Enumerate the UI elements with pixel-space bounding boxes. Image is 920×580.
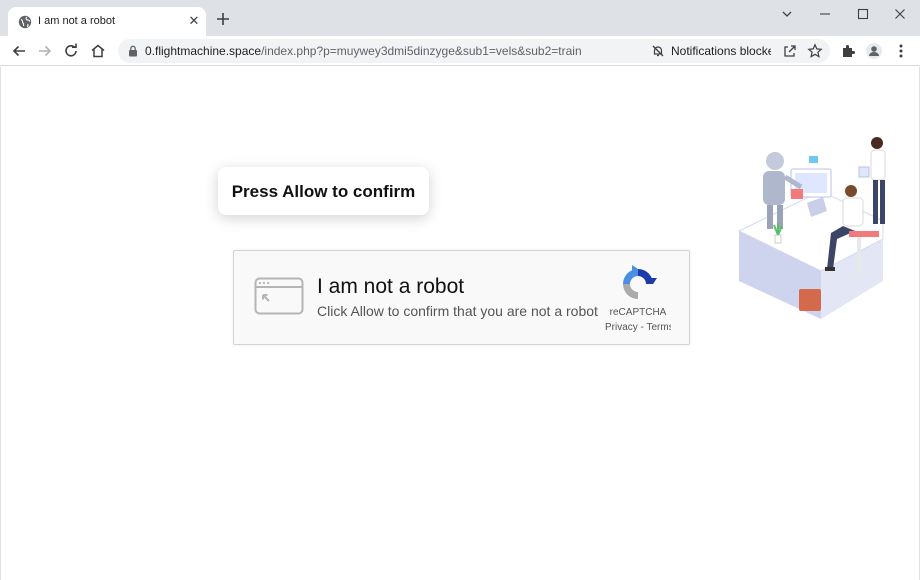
- back-icon[interactable]: [10, 42, 28, 60]
- tab-title: I am not a robot: [38, 15, 116, 27]
- profile-avatar-icon[interactable]: [865, 42, 883, 60]
- url-path: /index.php?p=muywey3dmi5dinzyge&sub1=vel…: [261, 44, 582, 58]
- close-tab-icon[interactable]: ✕: [186, 13, 202, 29]
- page-content: Press Allow to confirm I am not a robot …: [0, 67, 920, 580]
- home-icon[interactable]: [89, 42, 107, 60]
- bell-off-icon: [652, 45, 664, 57]
- share-icon[interactable]: [782, 43, 798, 59]
- new-tab-icon[interactable]: [214, 10, 232, 28]
- allow-prompt-bubble: Press Allow to confirm: [218, 167, 429, 215]
- captcha-title: I am not a robot: [317, 275, 465, 298]
- lock-icon[interactable]: [128, 45, 138, 57]
- minimize-icon[interactable]: [810, 4, 840, 24]
- forward-icon[interactable]: [36, 42, 54, 60]
- allow-prompt-text: Press Allow to confirm: [231, 182, 416, 201]
- close-window-icon[interactable]: [885, 4, 915, 24]
- recaptcha-brand: reCAPTCHA: [609, 307, 667, 318]
- tab-strip: I am not a robot ✕: [0, 0, 920, 36]
- notifications-text: Notifications blocked: [671, 44, 771, 58]
- fake-captcha-box[interactable]: I am not a robot Click Allow to confirm …: [233, 250, 690, 345]
- url-text[interactable]: 0.flightmachine.space/index.php?p=muywey…: [145, 44, 582, 58]
- tab-search-icon[interactable]: [772, 4, 802, 24]
- extensions-icon[interactable]: [839, 42, 857, 60]
- notifications-blocked-chip[interactable]: Notifications blocked: [651, 43, 771, 59]
- url-host: 0.flightmachine.space: [145, 44, 262, 58]
- browser-toolbar: 0.flightmachine.space/index.php?p=muywey…: [0, 36, 920, 66]
- office-robot-illustration: [737, 137, 886, 319]
- maximize-icon[interactable]: [848, 4, 878, 24]
- recaptcha-privacy-terms-links[interactable]: Privacy - Terms: [605, 322, 671, 333]
- browser-tab[interactable]: I am not a robot ✕: [8, 7, 206, 36]
- recaptcha-logo-icon: [623, 265, 657, 299]
- browser-window-icon: [254, 277, 304, 315]
- bookmark-star-icon[interactable]: [807, 43, 823, 59]
- captcha-subtitle: Click Allow to confirm that you are not …: [317, 303, 598, 319]
- globe-icon: [18, 15, 32, 29]
- reload-icon[interactable]: [62, 42, 80, 60]
- menu-kebab-icon[interactable]: [892, 42, 910, 60]
- address-bar[interactable]: 0.flightmachine.space/index.php?p=muywey…: [118, 39, 830, 63]
